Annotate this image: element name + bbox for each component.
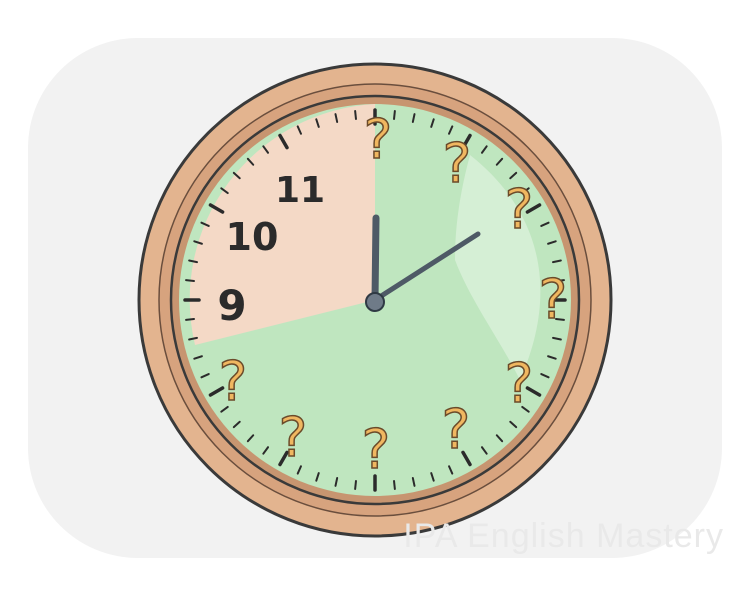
- minute-tick: [354, 110, 357, 120]
- numeral-11: 11: [275, 170, 325, 211]
- question-mark-3: ?: [539, 268, 568, 331]
- numeral-9: 9: [217, 281, 246, 330]
- clock-illustration: 11 10 9 ? ? ? ? ? ? ? ? ?: [137, 62, 613, 538]
- question-mark-8: ?: [219, 350, 248, 413]
- question-mark-1: ?: [443, 132, 472, 195]
- minute-tick: [393, 480, 396, 490]
- question-mark-6: ?: [362, 418, 391, 481]
- minute-tick: [185, 318, 195, 321]
- hour-hand: [371, 214, 380, 304]
- watermark-text: IPA English Mastery: [403, 517, 724, 555]
- numeral-10: 10: [226, 215, 279, 259]
- hand-pivot: [365, 292, 385, 312]
- question-mark-2: ?: [505, 178, 534, 241]
- minute-tick: [354, 480, 357, 490]
- illustration-canvas: 11 10 9 ? ? ? ? ? ? ? ? ? IPA English Ma…: [0, 0, 750, 600]
- minute-tick: [185, 279, 195, 282]
- question-mark-12: ?: [364, 108, 393, 171]
- question-mark-7: ?: [279, 406, 308, 469]
- minute-tick: [393, 110, 396, 120]
- question-mark-5: ?: [442, 398, 471, 461]
- question-mark-4: ?: [505, 352, 534, 415]
